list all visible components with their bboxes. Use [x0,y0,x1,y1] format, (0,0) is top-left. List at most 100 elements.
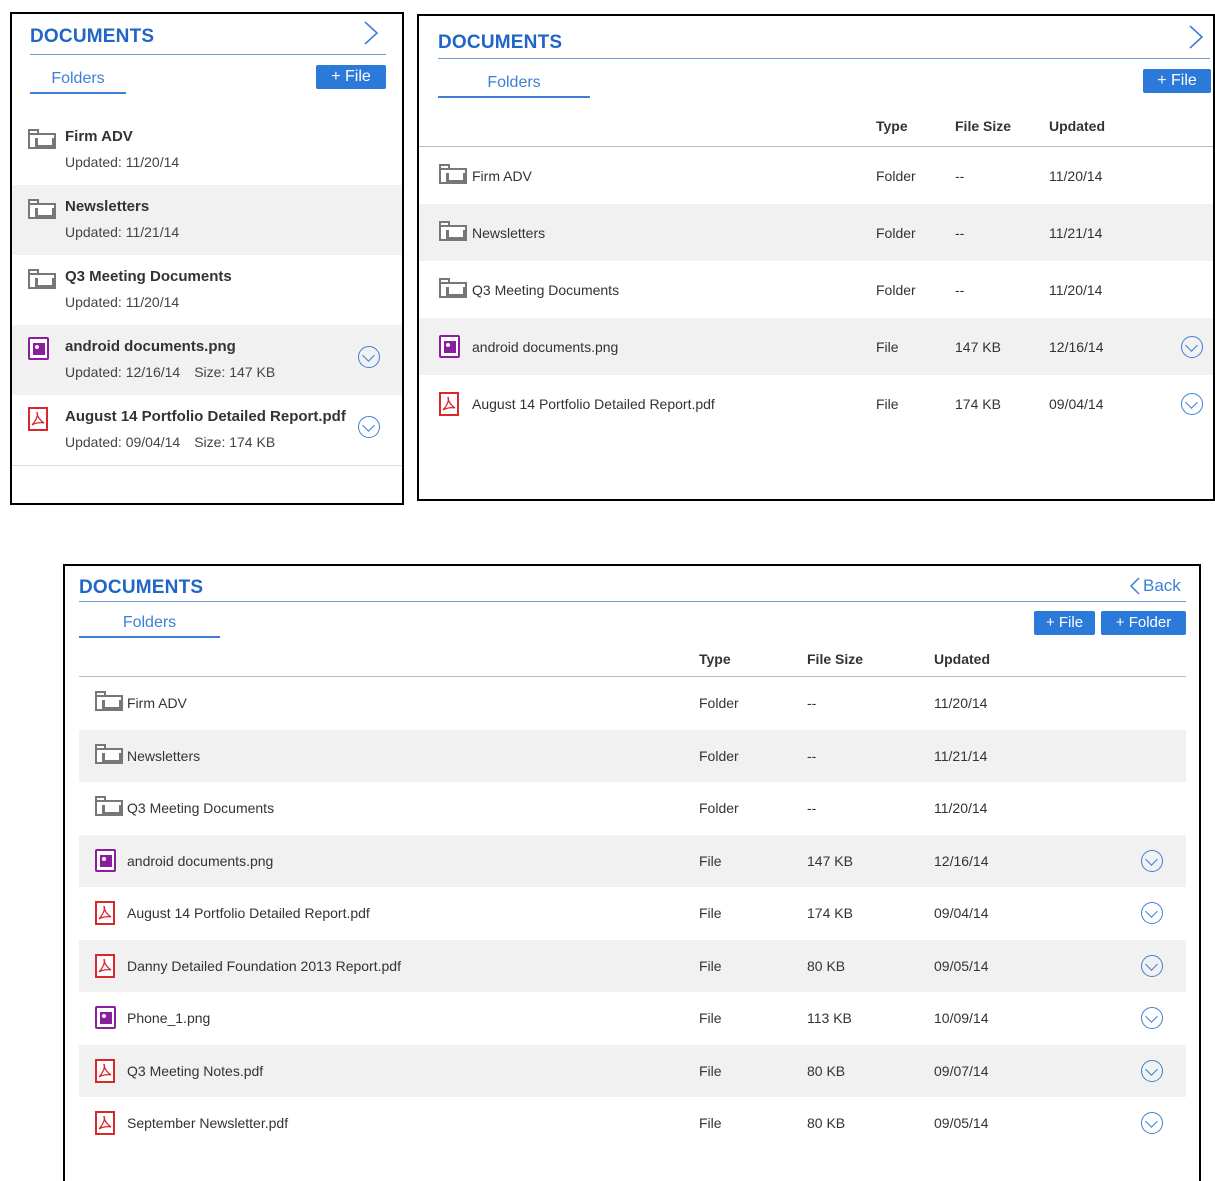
file-name[interactable]: Firm ADV [472,168,532,184]
pdf-file-icon [28,407,48,431]
table-row[interactable]: September Newsletter.pdf File 80 KB 09/05/1… [79,1097,1186,1150]
file-type: File [699,1115,722,1131]
row-actions-icon[interactable] [1141,1059,1163,1082]
file-type: Folder [876,225,916,241]
folder-icon [28,199,56,219]
item-name: August 14 Portfolio Detailed Report.pdf [65,408,346,425]
file-updated: 09/07/14 [934,1062,989,1079]
file-name[interactable]: Newsletters [127,748,200,764]
table-row[interactable]: August 14 Portfolio Detailed Report.pdf F… [79,887,1186,940]
tab-folders[interactable]: Folders [79,614,220,632]
file-size: 80 KB [807,1062,846,1079]
file-type: File [699,1062,722,1079]
file-size: 147 KB [807,852,853,869]
file-updated: 09/05/14 [934,1115,989,1131]
table-row[interactable]: android documents.png File 147 KB 12/16/14 [79,834,1186,887]
list-item[interactable]: android documents.png Updated: 12/16/14 Si… [12,325,402,395]
file-updated: 10/09/14 [934,1010,989,1026]
row-actions-icon[interactable] [1141,1007,1163,1029]
file-name[interactable]: Firm ADV [127,695,187,711]
row-actions-icon[interactable] [1141,902,1163,924]
file-type: File [876,339,899,355]
row-actions-icon[interactable] [1181,336,1203,358]
item-updated: Updated: 11/20/14 [65,154,180,170]
item-updated: Updated: 09/04/14 [65,434,181,450]
table-row[interactable]: Firm ADV Folder -- 11/20/14 [79,677,1186,730]
tab-folders[interactable]: Folders [30,70,126,88]
file-name[interactable]: Q3 Meeting Documents [472,282,619,298]
add-folder-button[interactable]: + Folder [1101,611,1186,635]
file-updated: 09/05/14 [934,957,989,974]
pdf-file-icon [439,392,459,416]
file-name[interactable]: Danny Detailed Foundation 2013 Report.pd… [127,958,401,974]
row-actions-icon[interactable] [358,416,380,438]
tab-folders[interactable]: Folders [438,74,590,92]
file-name[interactable]: android documents.png [472,339,618,355]
add-file-button[interactable]: + File [1034,611,1095,635]
page-title: DOCUMENTS [438,32,563,53]
folder-icon [28,129,56,149]
pdf-file-icon [95,1111,115,1135]
folder-icon [439,278,467,298]
file-size: 174 KB [955,396,1001,412]
back-link[interactable]: Back [1129,576,1181,596]
table-row[interactable]: August 14 Portfolio Detailed Report.pdf F… [419,375,1213,432]
file-updated: 11/20/14 [934,695,988,711]
table-row[interactable]: Phone_1.png File 113 KB 10/09/14 [79,992,1186,1045]
table-row[interactable]: Newsletters Folder -- 11/21/14 [419,204,1213,261]
folder-icon [28,269,56,289]
file-name[interactable]: August 14 Portfolio Detailed Report.pdf [472,396,715,412]
image-file-icon [95,848,116,872]
file-type: File [876,396,899,412]
file-name[interactable]: September Newsletter.pdf [127,1115,288,1131]
folder-icon [439,164,467,184]
table-row[interactable]: Newsletters Folder -- 11/21/14 [79,729,1186,782]
list-item[interactable]: Q3 Meeting Documents Updated: 11/20/14 [12,255,402,325]
table-row[interactable]: Q3 Meeting Documents Folder -- 11/20/14 [79,782,1186,835]
chevron-right-icon[interactable] [362,20,380,52]
title-divider [79,601,1186,602]
table-row[interactable]: Danny Detailed Foundation 2013 Report.pd… [79,939,1186,992]
chevron-left-icon [1129,577,1140,595]
file-name[interactable]: August 14 Portfolio Detailed Report.pdf [127,905,370,921]
list-item[interactable]: Newsletters Updated: 11/21/14 [12,185,402,255]
list-item[interactable]: August 14 Portfolio Detailed Report.pdf U… [12,395,402,465]
file-size: 113 KB [807,1010,852,1026]
file-size: -- [807,747,817,764]
folder-icon [95,743,123,764]
file-name[interactable]: Phone_1.png [127,1010,210,1026]
column-header-type[interactable]: Type [876,118,908,134]
file-updated: 09/04/14 [934,905,989,921]
file-type: Folder [876,168,916,184]
list-item[interactable]: Firm ADV Updated: 11/20/14 [12,115,402,185]
file-updated: 11/20/14 [1049,168,1103,184]
page-title: DOCUMENTS [79,577,204,598]
row-actions-icon[interactable] [1141,849,1163,872]
column-header-updated[interactable]: Updated [1049,118,1105,134]
table-row[interactable]: android documents.png File 147 KB 12/16/14 [419,318,1213,375]
row-actions-icon[interactable] [1141,954,1163,977]
pdf-file-icon [95,1058,115,1083]
file-name[interactable]: android documents.png [127,853,273,869]
table-row[interactable]: Q3 Meeting Documents Folder -- 11/20/14 [419,261,1213,318]
row-actions-icon[interactable] [358,346,380,368]
file-name[interactable]: Q3 Meeting Notes.pdf [127,1063,263,1079]
row-actions-icon[interactable] [1141,1112,1163,1134]
file-name[interactable]: Newsletters [472,225,545,241]
add-file-button[interactable]: + File [316,65,386,89]
row-actions-icon[interactable] [1181,393,1203,415]
table-row[interactable]: Firm ADV Folder -- 11/20/14 [419,147,1213,204]
item-size: Size: 174 KB [194,434,276,450]
column-header-file-size[interactable]: File Size [807,651,863,667]
chevron-right-icon[interactable] [1187,24,1205,56]
column-header-updated[interactable]: Updated [934,651,990,667]
add-file-button[interactable]: + File [1143,69,1211,93]
column-header-type[interactable]: Type [699,651,731,667]
table-row[interactable]: Q3 Meeting Notes.pdf File 80 KB 09/07/14 [79,1044,1186,1097]
column-header-file-size[interactable]: File Size [955,118,1011,134]
file-name[interactable]: Q3 Meeting Documents [127,800,274,816]
back-label: Back [1143,576,1181,595]
documents-panel-large: DOCUMENTS Back Folders + File + Folder T… [63,564,1201,1181]
file-size: 174 KB [807,905,853,921]
item-name: Firm ADV [65,128,133,145]
